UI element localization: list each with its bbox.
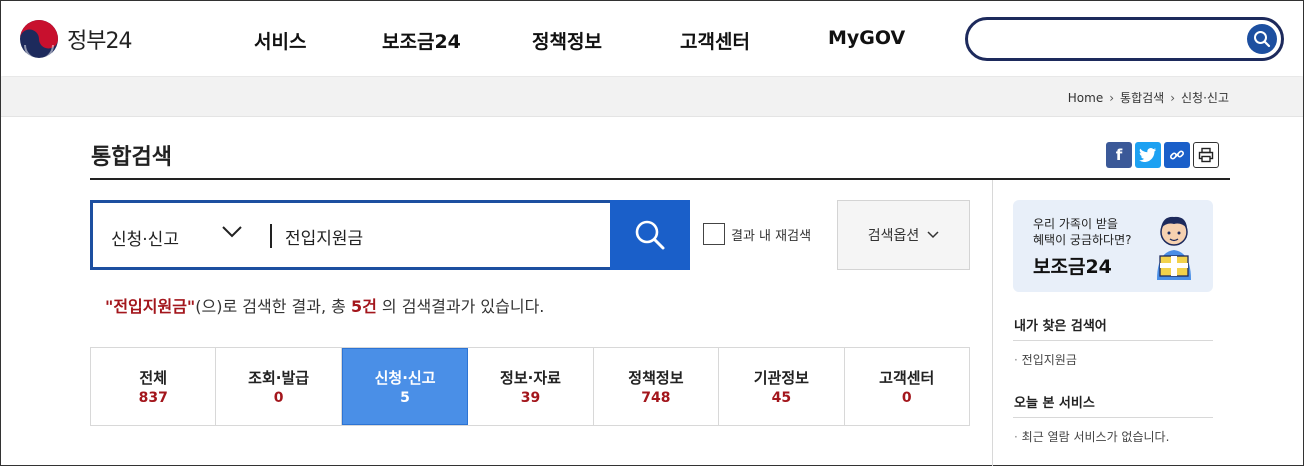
tab-info-materials[interactable]: 정보·자료 39 [468,348,594,425]
tab-count: 45 [771,390,792,406]
tab-customer-center[interactable]: 고객센터 0 [844,348,969,425]
search-form: 신청·신고 [90,200,690,270]
category-select[interactable]: 신청·신고 [93,203,269,267]
nav-services[interactable]: 서비스 [254,27,306,54]
recent-searches-divider [1013,340,1213,341]
tab-inquiry-issuance[interactable]: 조회·발급 0 [216,348,342,425]
breadcrumb-integrated-search[interactable]: 통합검색 [1120,89,1164,106]
tab-count: 39 [520,390,541,406]
header-search-input[interactable] [984,28,1234,50]
nav-mygov[interactable]: MyGOV [828,27,905,49]
nav-customer-center[interactable]: 고객센터 [680,27,750,54]
search-input[interactable] [285,223,605,249]
person-holding-gift-icon [1157,216,1191,280]
bullet-icon: · [1014,353,1018,367]
facebook-icon[interactable]: f [1106,142,1132,168]
category-selected: 신청·신고 [111,230,179,250]
breadcrumb-bar: Home › 통합검색 › 신청·신고 [1,77,1303,117]
breadcrumb: Home › 통합검색 › 신청·신고 [1068,89,1229,106]
page-title: 통합검색 [91,145,172,170]
tab-count: 0 [273,390,284,406]
bullet-icon: · [1014,430,1018,444]
tab-agency-info[interactable]: 기관정보 45 [719,348,845,425]
banner-title: 보조금24 [1033,256,1112,278]
result-query: "전입지원금" [105,297,196,316]
result-summary: "전입지원금"(으)로 검색한 결과, 총 5건 의 검색결과가 있습니다. [105,293,544,317]
subsidy24-banner[interactable]: 우리 가족이 받을 혜택이 궁금하다면? 보조금24 [1013,200,1213,292]
tab-label: 신청·신고 [374,369,436,387]
search-divider [270,224,272,248]
header-search-box [965,17,1284,61]
recent-services-divider [1013,417,1213,418]
result-count: 5건 [350,297,377,316]
tab-count: 748 [641,390,671,406]
nav-policy-info[interactable]: 정책정보 [532,27,602,54]
chevron-right-icon: › [1109,90,1115,105]
tab-label: 전체 [139,369,168,387]
recent-services-empty-text: 최근 열람 서비스가 없습니다. [1021,430,1170,444]
search-options-button[interactable]: 검색옵션 [837,200,970,270]
logo-text: 정부24 [67,29,132,54]
chevron-down-icon [222,226,242,238]
tab-count: 837 [138,390,168,406]
tab-application-report[interactable]: 신청·신고 5 [341,348,469,425]
chevron-right-icon: › [1170,90,1176,105]
search-button[interactable] [610,200,690,270]
breadcrumb-home[interactable]: Home [1068,91,1103,105]
category-tabs: 전체 837 조회·발급 0 신청·신고 5 정보·자료 39 정책정보 748… [90,347,970,426]
tab-count: 5 [400,390,410,406]
tab-policy-info[interactable]: 정책정보 748 [593,348,720,425]
re-search-checkbox[interactable] [703,223,725,245]
header-search-button[interactable] [1247,24,1277,54]
result-text-end: 의 검색결과가 있습니다. [376,297,545,316]
tab-all[interactable]: 전체 837 [91,348,217,425]
share-toolbar: f [1106,142,1219,168]
recent-search-item[interactable]: · 전입지원금 [1014,351,1077,368]
result-text-mid: (으)로 검색한 결과, 총 [195,297,351,316]
tab-count: 0 [901,390,912,406]
recent-search-text: 전입지원금 [1021,353,1077,367]
tab-label: 정책정보 [628,369,684,387]
search-options-label: 검색옵션 [867,228,920,244]
banner-line-2: 혜택이 궁금하다면? [1033,233,1132,247]
recent-services-empty: · 최근 열람 서비스가 없습니다. [1014,428,1169,445]
banner-text: 우리 가족이 받을 혜택이 궁금하다면? [1033,216,1132,248]
site-header: 정부24 서비스 보조금24 정책정보 고객센터 MyGOV [1,1,1303,76]
logo[interactable]: 정부24 [19,19,132,59]
tab-label: 고객센터 [879,369,935,387]
taegeuk-logo-icon [19,19,59,59]
link-icon[interactable] [1164,142,1190,168]
sidebar-divider [992,180,993,466]
banner-line-1: 우리 가족이 받을 [1033,217,1118,231]
re-search-toggle[interactable]: 결과 내 재검색 [703,223,811,245]
tab-label: 정보·자료 [500,369,561,387]
breadcrumb-current: 신청·신고 [1181,91,1229,105]
title-divider [90,178,1230,180]
re-search-label: 결과 내 재검색 [731,228,812,244]
tab-label: 조회·발급 [248,369,310,387]
chevron-down-icon [927,231,939,239]
twitter-icon[interactable] [1135,142,1161,168]
print-icon[interactable] [1193,142,1219,168]
search-icon [1254,31,1271,48]
recent-services-title: 오늘 본 서비스 [1014,396,1095,411]
search-icon [635,220,665,250]
nav-subsidy24[interactable]: 보조금24 [382,27,461,54]
recent-searches-title: 내가 찾은 검색어 [1014,319,1107,334]
tab-label: 기관정보 [753,369,809,387]
